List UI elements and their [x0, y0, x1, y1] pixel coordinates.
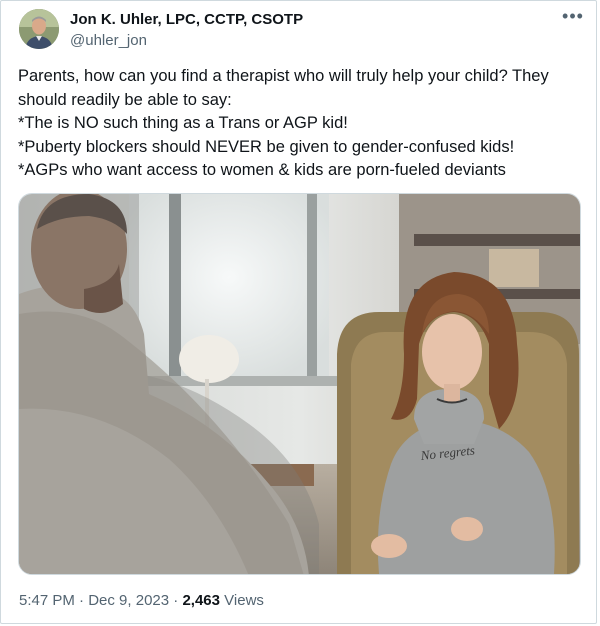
tweet-card: Jon K. Uhler, LPC, CCTP, CSOTP @uhler_jo… — [0, 0, 597, 624]
author-handle[interactable]: @uhler_jon — [70, 31, 147, 50]
tweet-text-line: *The is NO such thing as a Trans or AGP … — [18, 114, 348, 132]
meta-separator: · — [173, 592, 179, 609]
tweet-text-line: *AGPs who want access to women & kids ar… — [18, 161, 506, 179]
author-display-name[interactable]: Jon K. Uhler, LPC, CCTP, CSOTP — [70, 10, 303, 29]
tweet-text-line: should readily be able to say: — [18, 90, 232, 109]
meta-separator: · — [79, 592, 85, 609]
tweet-media-image[interactable]: No regrets — [18, 193, 581, 575]
tweet-meta: 5:47 PM · Dec 9, 2023 · 2,463 Views — [19, 591, 264, 611]
avatar-photo — [19, 9, 59, 49]
more-options-icon[interactable]: ••• — [561, 7, 585, 29]
tweet-text-line: Parents, how can you find a therapist wh… — [18, 67, 549, 85]
tweet-date: Dec 9, 2023 — [88, 592, 170, 609]
avatar[interactable] — [19, 9, 59, 49]
therapy-session-photo: No regrets — [19, 194, 580, 574]
tweet-time: 5:47 PM — [19, 592, 75, 609]
views-count: 2,463 — [182, 592, 220, 609]
tweet-timestamp[interactable]: 5:47 PM · Dec 9, 2023 — [19, 592, 169, 609]
tweet-text-line: *Puberty blockers should NEVER be given … — [18, 137, 515, 156]
views-label: Views — [224, 592, 264, 609]
tweet-text: Parents, how can you find a therapist wh… — [18, 65, 588, 183]
